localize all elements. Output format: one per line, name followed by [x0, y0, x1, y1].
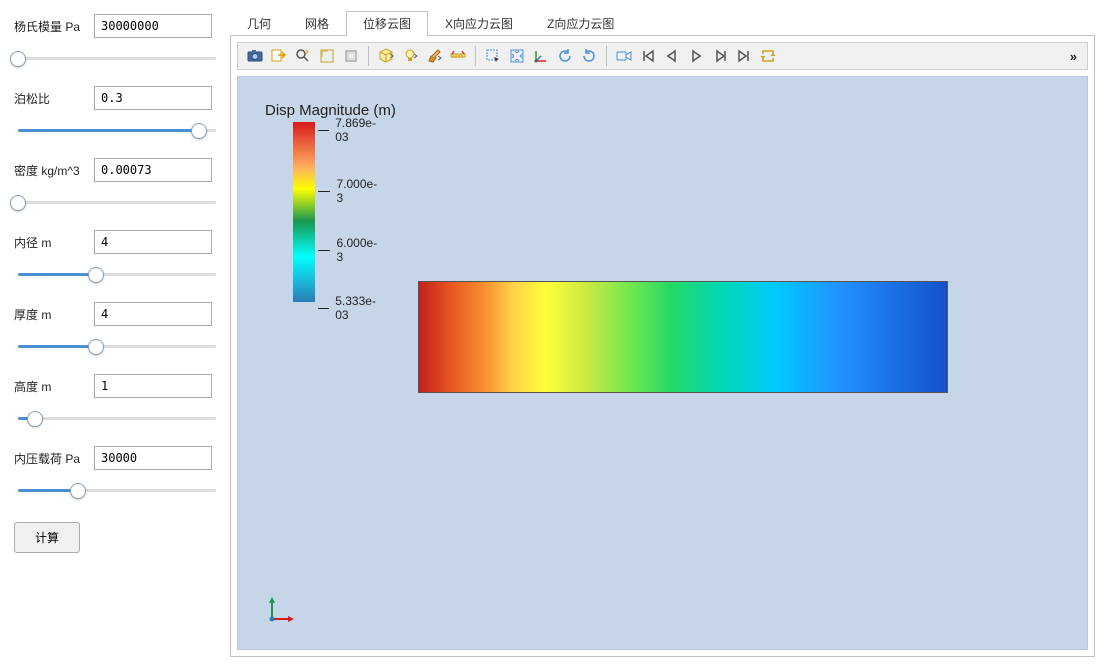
label-thickness: 厚度 m	[14, 306, 94, 323]
label-density: 密度 kg/m^3	[14, 162, 94, 179]
last-frame-icon[interactable]	[733, 45, 755, 67]
toolbar: »	[237, 42, 1088, 70]
first-frame-icon[interactable]	[637, 45, 659, 67]
loop-icon[interactable]	[757, 45, 779, 67]
input-youngs-modulus[interactable]	[94, 14, 212, 38]
input-thickness[interactable]	[94, 302, 212, 326]
label-pressure: 内压载荷 Pa	[14, 450, 94, 467]
projection-icon[interactable]	[340, 45, 362, 67]
slider-youngs-modulus[interactable]	[14, 48, 220, 68]
tab-mesh[interactable]: 网格	[288, 11, 346, 36]
tab-displacement[interactable]: 位移云图	[346, 11, 428, 36]
label-height: 高度 m	[14, 378, 94, 395]
input-pressure[interactable]	[94, 446, 212, 470]
param-thickness: 厚度 m	[14, 302, 220, 356]
video-icon[interactable]	[613, 45, 635, 67]
main-panel: 几何 网格 位移云图 X向应力云图 Z向应力云图	[230, 0, 1109, 671]
play-icon[interactable]	[685, 45, 707, 67]
param-height: 高度 m	[14, 374, 220, 428]
input-inner-radius[interactable]	[94, 230, 212, 254]
tab-x-stress[interactable]: X向应力云图	[428, 11, 530, 36]
viewport[interactable]: Disp Magnitude (m) 7.869e-03 7.000e-3 6.…	[237, 76, 1088, 650]
legend-tick: 6.000e-3	[315, 236, 379, 264]
cube-view-icon[interactable]	[375, 45, 397, 67]
param-pressure: 内压载荷 Pa	[14, 446, 220, 500]
view-frame: » Disp Magnitude (m) 7.869e-03 7.000e-3 …	[230, 35, 1095, 657]
slider-poisson[interactable]	[14, 120, 220, 140]
prev-frame-icon[interactable]	[661, 45, 683, 67]
fit-icon[interactable]	[506, 45, 528, 67]
input-height[interactable]	[94, 374, 212, 398]
lightbulb-icon[interactable]	[399, 45, 421, 67]
next-frame-icon[interactable]	[709, 45, 731, 67]
param-sidebar: 杨氏模量 Pa 泊松比 密度 kg/m^3	[0, 0, 230, 671]
tab-z-stress[interactable]: Z向应力云图	[530, 11, 631, 36]
input-density[interactable]	[94, 158, 212, 182]
color-legend: 7.869e-03 7.000e-3 6.000e-3 5.333e-03	[293, 122, 315, 302]
input-poisson[interactable]	[94, 86, 212, 110]
toolbar-separator	[475, 46, 476, 66]
calc-button[interactable]: 计算	[14, 522, 80, 553]
axes-icon[interactable]	[530, 45, 552, 67]
legend-tick: 7.000e-3	[315, 177, 379, 205]
zoom-icon[interactable]	[292, 45, 314, 67]
brush-icon[interactable]	[423, 45, 445, 67]
toolbar-overflow[interactable]: »	[1066, 49, 1081, 64]
label-inner-radius: 内径 m	[14, 234, 94, 251]
rotate-cw-icon[interactable]	[554, 45, 576, 67]
ruler-box-icon[interactable]	[316, 45, 338, 67]
result-contour	[418, 281, 948, 393]
toolbar-separator	[606, 46, 607, 66]
caliper-icon[interactable]	[447, 45, 469, 67]
param-poisson: 泊松比	[14, 86, 220, 140]
select-icon[interactable]	[482, 45, 504, 67]
legend-tick: 7.869e-03	[315, 116, 379, 144]
label-youngs-modulus: 杨氏模量 Pa	[14, 18, 94, 35]
param-inner-radius: 内径 m	[14, 230, 220, 284]
camera-icon[interactable]	[244, 45, 266, 67]
slider-height[interactable]	[14, 408, 220, 428]
tab-geometry[interactable]: 几何	[230, 11, 288, 36]
colorbar	[293, 122, 315, 302]
export-icon[interactable]	[268, 45, 290, 67]
slider-thickness[interactable]	[14, 336, 220, 356]
axis-triad-icon	[266, 595, 296, 625]
legend-tick: 5.333e-03	[315, 294, 379, 322]
slider-inner-radius[interactable]	[14, 264, 220, 284]
slider-density[interactable]	[14, 192, 220, 212]
tab-bar: 几何 网格 位移云图 X向应力云图 Z向应力云图	[230, 12, 1095, 36]
param-density: 密度 kg/m^3	[14, 158, 220, 212]
param-youngs-modulus: 杨氏模量 Pa	[14, 14, 220, 68]
slider-pressure[interactable]	[14, 480, 220, 500]
toolbar-separator	[368, 46, 369, 66]
label-poisson: 泊松比	[14, 90, 94, 107]
rotate-ccw-icon[interactable]	[578, 45, 600, 67]
